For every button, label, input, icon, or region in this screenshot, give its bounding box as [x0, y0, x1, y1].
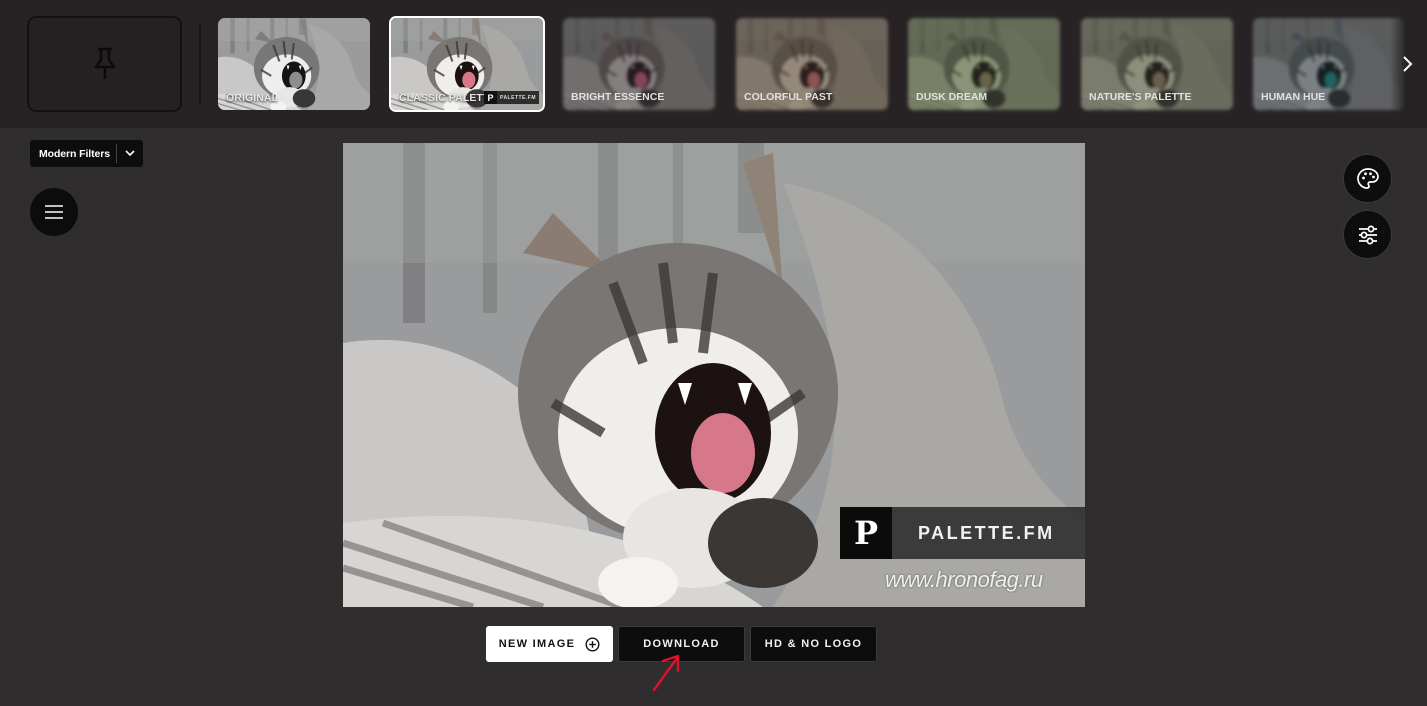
- adjustments-button[interactable]: [1343, 210, 1392, 259]
- palette-button[interactable]: [1343, 154, 1392, 203]
- watermark-logo-letter: P: [840, 507, 892, 559]
- watermark-banner: P PALETTE.FM: [840, 507, 1085, 559]
- new-image-button[interactable]: NEW IMAGE: [486, 626, 613, 662]
- thumb-label: DUSK DREAM: [916, 91, 988, 103]
- sliders-icon: [1358, 225, 1377, 244]
- strip-next-button[interactable]: [1396, 50, 1420, 78]
- filter-category-select[interactable]: Modern Filters: [30, 140, 143, 167]
- menu-button[interactable]: [30, 188, 78, 236]
- pin-icon: [94, 47, 115, 79]
- thumb-label: NATURE'S PALETTE: [1089, 91, 1192, 103]
- watermark-logo-text: PALETTE.FM: [918, 522, 1055, 543]
- filter-thumb-classic-palette[interactable]: CLASSIC PALETTE P PALETTE.FM: [389, 16, 545, 112]
- filter-thumb-original[interactable]: ORIGINAL: [218, 18, 370, 110]
- thumb-watermark: P PALETTE.FM: [483, 91, 539, 104]
- filter-strip: ORIGINAL CLASSIC PALETTE P PALETTE.FM BR…: [0, 0, 1427, 128]
- download-label: DOWNLOAD: [643, 638, 720, 650]
- thumb-logo-letter: P: [483, 91, 497, 104]
- chevron-right-icon: [1403, 56, 1413, 72]
- thumb-label: COLORFUL PAST: [744, 91, 833, 103]
- thumb-label: ORIGINAL: [226, 92, 279, 104]
- thumb-label: CLASSIC PALETTE: [399, 92, 497, 104]
- source-watermark: www.hronofag.ru: [885, 567, 1043, 592]
- thumb-logo-text: PALETTE.FM: [499, 94, 536, 101]
- hd-no-logo-label: HD & NO LOGO: [764, 638, 863, 650]
- palette-icon: [1356, 167, 1379, 189]
- chevron-down-icon: [125, 150, 135, 157]
- hamburger-menu-icon: [45, 205, 63, 219]
- strip-divider: [199, 24, 201, 104]
- annotation-arrow-icon: [652, 654, 680, 692]
- thumb-label: HUMAN HUE: [1261, 91, 1326, 103]
- pin-button[interactable]: [27, 16, 182, 112]
- plus-circle-icon: [585, 636, 600, 652]
- hd-no-logo-button[interactable]: HD & NO LOGO: [750, 626, 877, 662]
- filter-category-value: Modern Filters: [39, 147, 110, 160]
- thumb-label: BRIGHT ESSENCE: [571, 91, 665, 103]
- result-image: P PALETTE.FM www.hronofag.ru: [343, 143, 1085, 607]
- new-image-label: NEW IMAGE: [498, 638, 576, 650]
- select-toggle[interactable]: [117, 140, 143, 167]
